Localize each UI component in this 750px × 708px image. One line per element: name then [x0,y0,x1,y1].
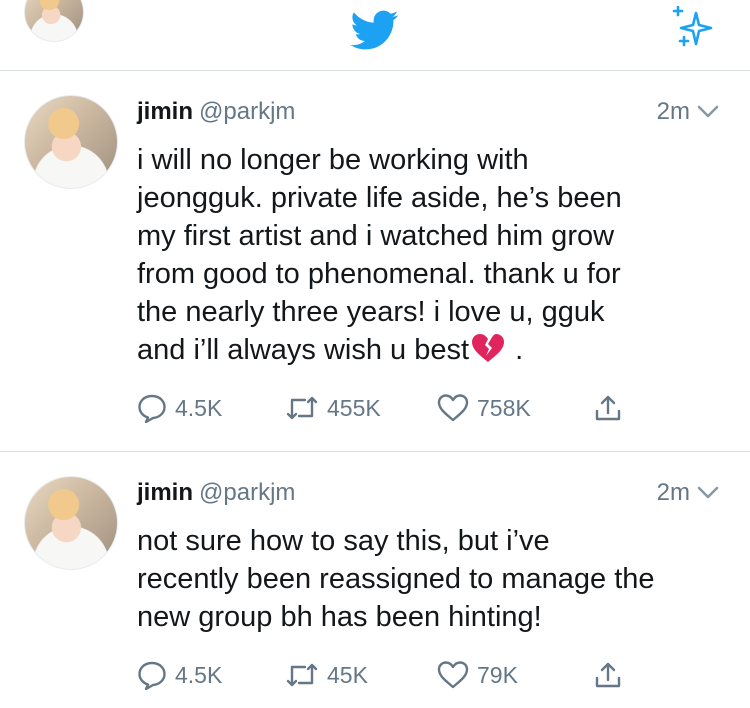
tweet-text-line: not sure how to say this, but i’ve [137,525,550,557]
tweet-text-fragment: and i’ll always wish u best [137,334,470,366]
reply-count: 4.5K [175,394,223,421]
reply-icon [138,394,166,423]
tweet[interactable]: jimin @parkjm 2m not sure how to say this… [0,452,750,708]
share-button[interactable] [593,393,631,423]
broken-heart-emoji [472,334,505,362]
like-button[interactable]: 758K [437,393,531,423]
tweet-text-line: from good to phenomenal. thank u for [137,258,621,290]
reply-button[interactable]: 4.5K [137,660,222,690]
heart-icon [437,661,469,689]
avatar[interactable] [24,476,118,570]
reply-button[interactable]: 4.5K [137,393,222,423]
reply-icon [138,661,166,690]
retweet-count: 45K [327,661,368,688]
like-count: 758K [477,394,531,421]
display-name[interactable]: jimin [137,479,193,506]
tweet-actions: 4.5K 45K 79K [137,660,637,700]
tweet-header: jimin @parkjm [137,478,295,508]
tweet[interactable]: jimin @parkjm 2m i will no longer be work… [0,71,750,452]
avatar[interactable] [24,95,118,189]
retweet-button[interactable]: 45K [285,660,368,690]
user-handle[interactable]: @parkjm [199,479,295,506]
tweet-text: not sure how to say this, but i’ve recen… [137,522,727,636]
retweet-icon [286,663,318,687]
sparkle-icon[interactable] [668,4,718,52]
reply-count: 4.5K [175,661,223,688]
retweet-button[interactable]: 455K [285,393,381,423]
share-button[interactable] [593,660,631,690]
timestamp: 2m [656,479,690,506]
like-button[interactable]: 79K [437,660,518,690]
share-icon [595,662,621,688]
tweet-header: jimin @parkjm [137,97,295,127]
chevron-down-icon[interactable] [696,482,720,502]
twitter-bird-icon [350,10,399,50]
retweet-count: 455K [327,394,381,421]
profile-avatar[interactable] [24,0,84,42]
like-count: 79K [477,661,518,688]
display-name[interactable]: jimin [137,98,193,125]
timestamp: 2m [656,98,690,125]
heart-icon [437,394,469,422]
tweet-text-line: recently been reassigned to manage the [137,563,655,595]
user-handle[interactable]: @parkjm [199,98,295,125]
tweet-text-line: and i’ll always wish u best . [137,331,727,369]
tweet-text-line: my first artist and i watched him grow [137,220,615,252]
chevron-down-icon[interactable] [696,101,720,121]
tweet-text-fragment: . [507,334,524,366]
tweet-text-line: i will no longer be working with [137,144,529,176]
tweet-text-line: new group bh has been hinting! [137,601,542,633]
share-icon [595,395,621,421]
tweet-text: i will no longer be working with jeonggu… [137,141,727,369]
tweet-actions: 4.5K 455K 758K [137,393,637,433]
retweet-icon [286,396,318,420]
tweet-text-line: the nearly three years! i love u, gguk [137,296,605,328]
top-bar [0,0,750,71]
tweet-text-line: jeongguk. private life aside, he’s been [137,182,622,214]
